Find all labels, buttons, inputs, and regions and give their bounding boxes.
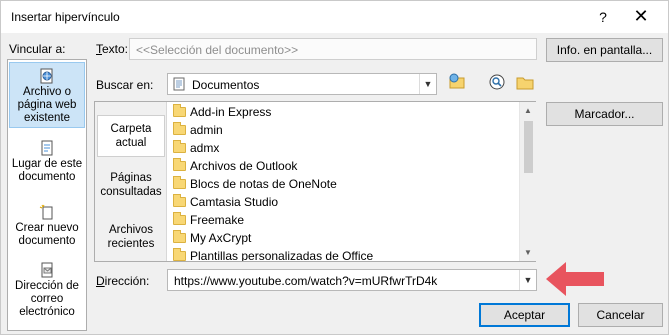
look-in-select[interactable]: Documentos ▼ [167,73,437,95]
dialog-title: Insertar hipervínculo [11,10,120,24]
documents-folder-icon [173,77,185,91]
list-item[interactable]: Add-in Express [170,103,518,121]
insert-hyperlink-dialog: Insertar hipervínculo ? ✕ Vincular a: Ar… [0,0,669,335]
file-list: Add-in Express admin admx Archivos de Ou… [170,103,518,261]
tab-recent-files[interactable]: Archivos recientes [97,221,165,255]
folder-icon [173,158,186,171]
close-button[interactable]: ✕ [629,5,653,29]
link-to-create-new-document[interactable]: Crear nuevo documento [9,202,85,250]
folder-icon [173,212,186,225]
email-icon [41,262,53,278]
browse-file-icon [489,74,505,90]
list-item[interactable]: Plantillas personalizadas de Office [170,247,518,261]
link-to-item-label: Archivo o página web existente [17,86,77,124]
chevron-down-icon[interactable]: ▼ [419,74,436,94]
list-item[interactable]: Blocs de notas de OneNote [170,175,518,193]
file-browser: Carpeta actual Páginas consultadas Archi… [94,101,536,262]
list-item[interactable]: My AxCrypt [170,229,518,247]
browser-tabs: Carpeta actual Páginas consultadas Archi… [95,102,167,261]
browse-web-icon [449,73,465,89]
folder-icon [173,248,186,261]
recent-folder-button[interactable] [513,72,537,96]
folder-icon [173,176,186,189]
new-document-icon [39,204,53,220]
text-to-display-field[interactable]: <<Selección del documento>> [129,38,537,60]
screen-tip-button[interactable]: Info. en pantalla... [546,38,663,62]
vertical-scrollbar[interactable]: ▲ ▼ [519,102,536,261]
help-button[interactable]: ? [591,5,615,29]
look-in-label: Buscar en: [96,78,154,92]
list-item[interactable]: Camtasia Studio [170,193,518,211]
list-item[interactable]: admx [170,139,518,157]
list-item[interactable]: admin [170,121,518,139]
chevron-down-icon[interactable]: ▼ [519,270,536,290]
folder-icon [173,230,186,243]
folder-icon [173,122,186,135]
tab-browsed-pages[interactable]: Páginas consultadas [97,169,165,203]
link-to-item-label: Dirección de correo electrónico [15,280,79,318]
web-page-icon [40,68,53,84]
link-to-place-in-document[interactable]: Lugar de este documento [9,138,85,194]
scrollbar-thumb[interactable] [524,121,533,173]
list-item[interactable]: Archivos de Outlook [170,157,518,175]
cancel-button[interactable]: Cancelar [578,303,663,327]
document-place-icon [41,140,53,156]
link-to-item-label: Lugar de este documento [11,158,83,183]
scroll-up-icon[interactable]: ▲ [520,102,536,119]
address-label: Dirección: [96,274,150,288]
folder-icon [173,104,186,117]
address-input[interactable]: https://www.youtube.com/watch?v=mURfwrTr… [167,269,537,291]
ok-button[interactable]: Aceptar [479,303,570,327]
recent-folder-icon [516,77,534,90]
annotation-arrow-icon [546,262,604,296]
link-to-item-label: Crear nuevo documento [15,222,79,247]
link-to-existing-file-or-web-page[interactable]: Archivo o página web existente [9,62,85,128]
folder-icon [173,194,186,207]
text-label: Texto: [96,42,129,56]
link-to-pane: Archivo o página web existente Lugar de … [7,59,87,331]
folder-icon [173,140,186,153]
address-value: https://www.youtube.com/watch?v=mURfwrTr… [174,274,438,288]
link-to-email-address[interactable]: Dirección de correo electrónico [9,260,85,324]
browse-web-button[interactable] [445,72,469,96]
bookmark-button[interactable]: Marcador... [546,102,663,126]
text-to-display-value: <<Selección del documento>> [136,43,299,57]
scroll-down-icon[interactable]: ▼ [520,244,536,261]
look-in-value: Documentos [192,78,260,92]
tab-current-folder[interactable]: Carpeta actual [97,115,165,157]
list-item[interactable]: Freemake [170,211,518,229]
browse-file-button[interactable] [485,72,509,96]
title-bar: Insertar hipervínculo ? ✕ [1,1,668,33]
link-to-label: Vincular a: [9,42,66,56]
